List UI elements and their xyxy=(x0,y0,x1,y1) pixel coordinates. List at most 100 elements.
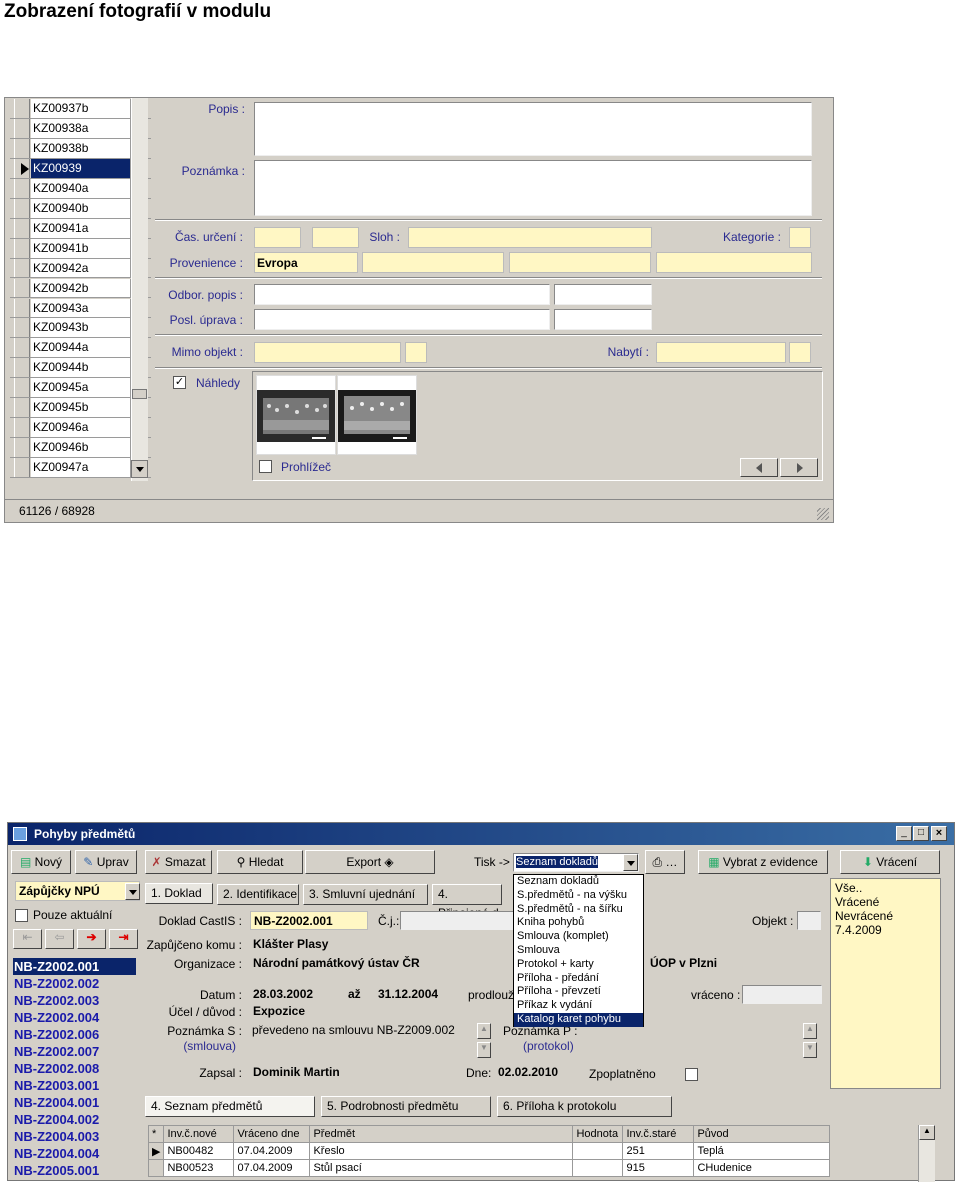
document-list-item[interactable]: NB-Z2002.008 xyxy=(13,1060,136,1077)
dropdown-option[interactable]: Smlouva (komplet) xyxy=(514,930,643,944)
next-record-button[interactable]: ➔ xyxy=(77,929,106,949)
organizace-field[interactable]: Národní památkový ústav ČR xyxy=(253,956,513,974)
list-item[interactable]: KZ00946b xyxy=(10,438,151,459)
dropdown-option[interactable]: S.předmětů - na výšku xyxy=(514,889,643,903)
document-list-item[interactable]: NB-Z2002.002 xyxy=(13,975,136,992)
document-list-item[interactable]: NB-Z2002.004 xyxy=(13,1009,136,1026)
organizace-field-2[interactable]: ÚOP v Plzni xyxy=(650,956,820,974)
document-list-item[interactable]: NB-Z2004.004 xyxy=(13,1145,136,1162)
table-row[interactable]: ▶ NB00482 07.04.2009 Křeslo 251 Teplá xyxy=(147,1142,831,1160)
document-list-item[interactable]: NB-Z2004.003 xyxy=(13,1128,136,1145)
hledat-button[interactable]: ⚲ Hledat xyxy=(217,850,303,874)
list-item[interactable]: KZ00940b xyxy=(10,198,151,219)
dropdown-option[interactable]: Příloha - předání xyxy=(514,972,643,986)
posl-uprava-field[interactable] xyxy=(254,309,550,330)
document-list-item[interactable]: NB-Z2002.007 xyxy=(13,1043,136,1060)
minimize-button[interactable]: _ xyxy=(896,826,912,841)
mimo-objekt-field[interactable] xyxy=(254,342,401,363)
tab-3[interactable]: 3. Smluvní ujednání xyxy=(303,884,428,905)
document-list-item[interactable]: NB-Z2002.003 xyxy=(13,992,136,1009)
provenience-field[interactable]: Evropa xyxy=(254,252,358,273)
filter-list-item[interactable]: Nevrácené xyxy=(835,909,936,923)
provenience-field-4[interactable] xyxy=(656,252,812,273)
tisk-dropdown-button[interactable] xyxy=(623,854,638,871)
document-list[interactable]: NB-Z2002.001 NB-Z2002.002 NB-Z2002.003 NB-Z… xyxy=(13,958,136,1179)
zapujceno-field[interactable]: Klášter Plasy xyxy=(253,937,513,955)
posl-uprava-field-2[interactable] xyxy=(554,309,652,330)
scroll-down-button[interactable] xyxy=(131,460,148,478)
uprav-button[interactable]: ✎ Uprav xyxy=(75,850,137,874)
export-button[interactable]: Export ◈ xyxy=(305,850,435,874)
odbor-popis-field[interactable] xyxy=(254,284,550,305)
grid-header-cell[interactable]: Předmět xyxy=(309,1125,574,1143)
resize-grip-icon[interactable] xyxy=(817,508,829,520)
tab-4[interactable]: 4. Připojené d xyxy=(432,884,502,920)
poznamka-p-scroll-down[interactable]: ▼ xyxy=(803,1042,817,1058)
odbor-popis-field-2[interactable] xyxy=(554,284,652,305)
list-item[interactable]: KZ00942b xyxy=(10,278,151,299)
first-record-button[interactable]: ⇤ xyxy=(13,929,42,949)
list-item[interactable]: KZ00939 xyxy=(10,158,151,179)
bottom-tab-5[interactable]: 5. Podrobnosti předmětu xyxy=(321,1096,491,1117)
nabyti-field-2[interactable] xyxy=(789,342,811,363)
filter-select[interactable]: Zápůjčky NPÚ xyxy=(15,881,140,901)
datum-to-field[interactable]: 31.12.2004 xyxy=(378,987,454,1005)
scrollbar-thumb[interactable] xyxy=(132,389,147,399)
filter-list-item[interactable]: Vrácené xyxy=(835,895,936,909)
vybrat-button[interactable]: ▦ Vybrat z evidence xyxy=(698,850,828,874)
tisk-select[interactable]: Seznam dokladů xyxy=(513,853,639,872)
vraceno-field[interactable] xyxy=(742,985,822,1004)
nahledy-checkbox[interactable]: ✓ xyxy=(173,376,186,389)
dropdown-option[interactable]: Kniha pohybů xyxy=(514,916,643,930)
tab-1[interactable]: 1. Doklad xyxy=(145,883,213,904)
zpoplatneno-checkbox[interactable] xyxy=(685,1068,698,1081)
grid-header-cell[interactable]: * xyxy=(147,1125,165,1143)
document-list-item[interactable]: NB-Z2004.001 xyxy=(13,1094,136,1111)
vraceni-button[interactable]: ⬇ Vrácení xyxy=(840,850,940,874)
prohlizec-checkbox[interactable] xyxy=(259,460,272,473)
poznamka-s-scroll-down[interactable]: ▼ xyxy=(477,1042,491,1058)
dropdown-option[interactable]: Seznam dokladů xyxy=(514,875,643,889)
datum-from-field[interactable]: 28.03.2002 xyxy=(253,987,329,1005)
list-item[interactable]: KZ00945b xyxy=(10,398,151,419)
dropdown-option[interactable]: S.předmětů - na šířku xyxy=(514,903,643,917)
maximize-button[interactable]: □ xyxy=(913,826,929,841)
dropdown-option[interactable]: Smlouva xyxy=(514,944,643,958)
bottom-tab-4[interactable]: 4. Seznam předmětů xyxy=(145,1096,315,1117)
list-item[interactable]: KZ00944a xyxy=(10,338,151,359)
poznamka-s-field[interactable]: převedeno na smlouvu NB-Z2009.002 xyxy=(252,1023,472,1059)
list-item[interactable]: KZ00940a xyxy=(10,178,151,199)
list-item[interactable]: KZ00945a xyxy=(10,378,151,399)
list-item[interactable]: KZ00947a xyxy=(10,458,151,478)
ucel-field[interactable]: Expozice xyxy=(253,1004,453,1022)
dne-field[interactable]: 02.02.2010 xyxy=(498,1065,578,1083)
last-record-button[interactable]: ⇥ xyxy=(109,929,138,949)
list-item[interactable]: KZ00944b xyxy=(10,358,151,379)
next-photo-button[interactable] xyxy=(780,458,818,477)
list-item[interactable]: KZ00938b xyxy=(10,138,151,159)
cas-urceni-field-1[interactable] xyxy=(254,227,301,248)
tab-2[interactable]: 2. Identifikace xyxy=(217,884,299,905)
dropdown-option[interactable]: Protokol + karty xyxy=(514,958,643,972)
document-list-item[interactable]: NB-Z2005.001 xyxy=(13,1162,136,1179)
grid-header-cell[interactable]: Inv.č.staré xyxy=(622,1125,695,1143)
popis-field[interactable] xyxy=(254,102,812,156)
table-row[interactable]: NB00523 07.04.2009 Stůl psací 915 CHudenice xyxy=(147,1159,831,1177)
list-item[interactable]: KZ00946a xyxy=(10,418,151,439)
kategorie-field[interactable] xyxy=(789,227,811,248)
document-list-item[interactable]: NB-Z2002.001 xyxy=(13,958,136,975)
photo-thumbnail-2[interactable] xyxy=(337,375,417,455)
dropdown-option[interactable]: Příloha - převzetí xyxy=(514,985,643,999)
list-item[interactable]: KZ00943a xyxy=(10,298,151,319)
cj-field[interactable] xyxy=(400,911,515,930)
photo-thumbnail-1[interactable] xyxy=(256,375,336,455)
mimo-objekt-field-2[interactable] xyxy=(405,342,427,363)
poznamka-s-scroll-up[interactable]: ▲ xyxy=(477,1023,491,1039)
document-list-item[interactable]: NB-Z2003.001 xyxy=(13,1077,136,1094)
grid-header-cell[interactable]: Vráceno dne xyxy=(233,1125,311,1143)
prev-photo-button[interactable] xyxy=(740,458,778,477)
list-item[interactable]: KZ00941b xyxy=(10,238,151,259)
grid-header-cell[interactable]: Hodnota xyxy=(572,1125,624,1143)
grid-scrollbar[interactable]: ▲ xyxy=(918,1125,935,1182)
close-button[interactable]: × xyxy=(931,826,947,841)
